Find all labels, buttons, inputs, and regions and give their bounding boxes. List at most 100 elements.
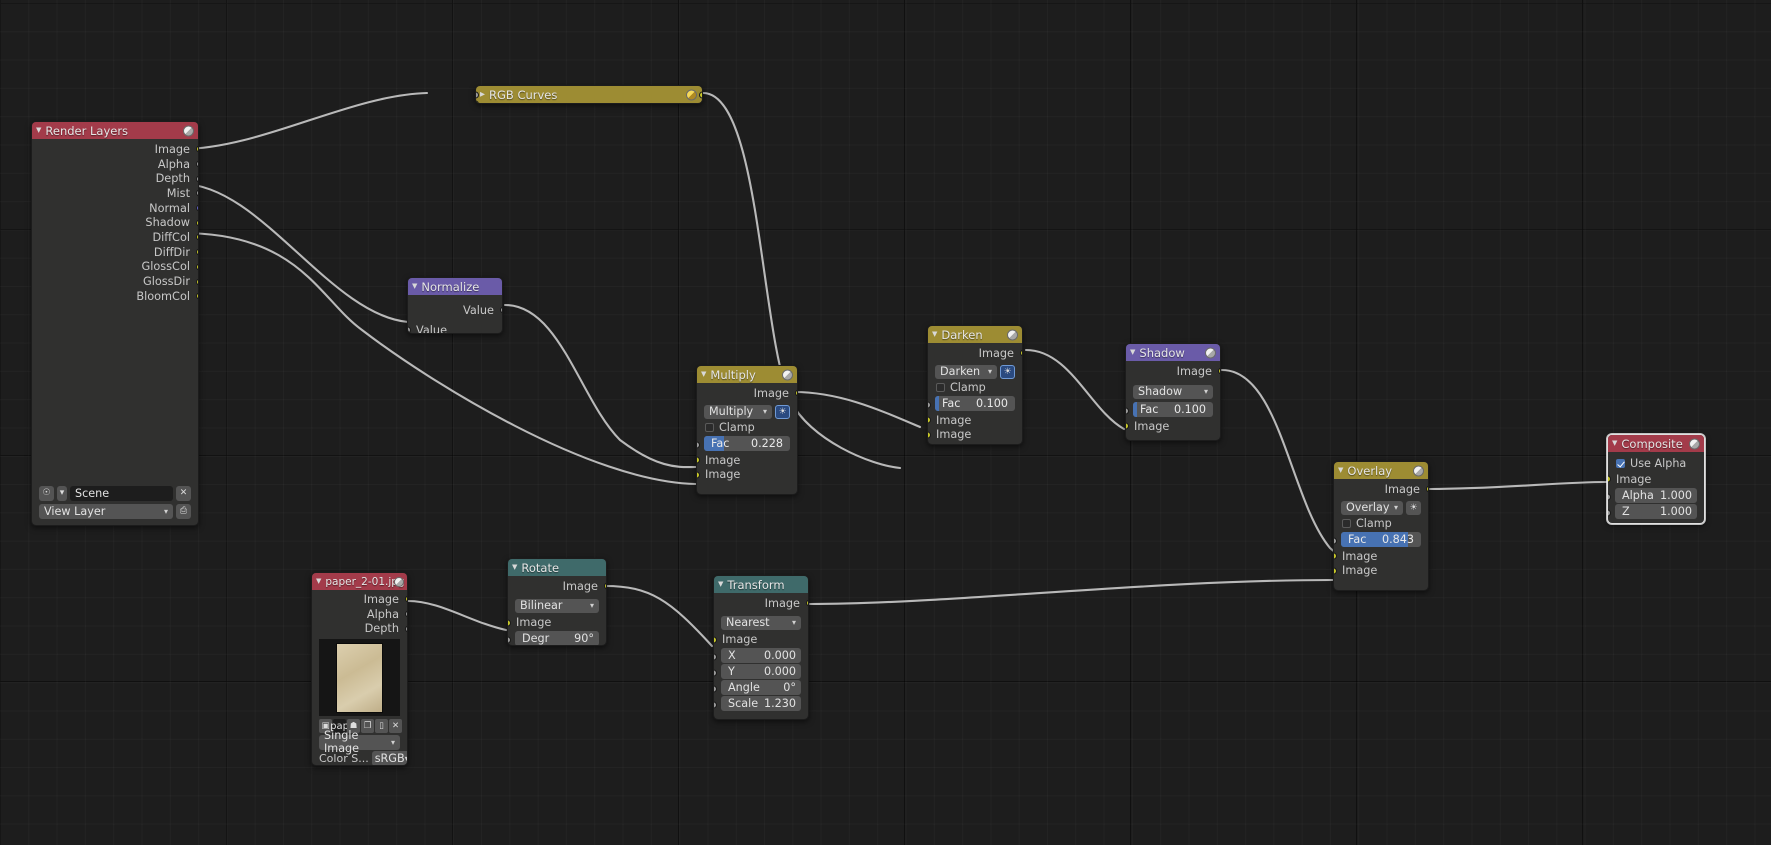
use-alpha-toggle-icon[interactable]: ☀ — [1000, 364, 1015, 380]
output-socket-row[interactable]: Image — [32, 142, 198, 157]
expand-triangle-icon[interactable]: ▶ — [480, 91, 485, 98]
node-multiply[interactable]: ▼ Multiply Image Multiply ▾ ☀ Clamp Fac … — [696, 365, 798, 495]
collapse-triangle-icon[interactable]: ▼ — [1338, 467, 1343, 474]
output-socket-row[interactable]: Alpha — [312, 607, 407, 622]
input-socket-row[interactable]: Image — [1608, 472, 1704, 487]
node-image[interactable]: ▼ paper_2-01.jpg Image Alpha Depth ▣ pap… — [311, 572, 408, 766]
filter-dropdown[interactable]: Nearest ▾ — [721, 615, 801, 631]
output-socket-row[interactable]: Image — [508, 579, 606, 594]
output-socket-row[interactable]: GlossDir — [32, 274, 198, 289]
collapse-triangle-icon[interactable]: ▼ — [718, 581, 723, 588]
socket-scale-in[interactable] — [714, 701, 717, 709]
output-socket-row[interactable]: Image — [714, 596, 808, 611]
output-socket-row[interactable]: BloomCol — [32, 289, 198, 304]
output-socket-row[interactable]: Image — [928, 346, 1022, 361]
x-field[interactable]: X 0.000 — [721, 648, 801, 663]
output-socket-row[interactable]: Image — [697, 386, 797, 401]
collapse-triangle-icon[interactable]: ▼ — [512, 564, 517, 571]
node-rgb-curves[interactable]: ▶ RGB Curves — [475, 85, 703, 104]
socket-value-in[interactable] — [408, 326, 411, 333]
node-header-darken[interactable]: ▼ Darken — [928, 326, 1022, 343]
input-socket-row[interactable]: Image — [697, 453, 797, 468]
clamp-checkbox[interactable] — [936, 383, 945, 393]
node-header-overlay[interactable]: ▼ Overlay — [1334, 462, 1428, 479]
blend-mode-row[interactable]: Multiply ▾ ☀ — [704, 404, 790, 420]
node-header-composite[interactable]: ▼ Composite — [1608, 435, 1704, 452]
collapse-triangle-icon[interactable]: ▼ — [412, 283, 417, 290]
socket-image-in-1[interactable] — [697, 456, 700, 464]
socket-diffcol[interactable] — [195, 233, 198, 241]
socket-glossdir[interactable] — [195, 278, 198, 286]
blend-mode-row[interactable]: Overlay ▾ ☀ — [1341, 500, 1421, 516]
socket-alpha-in[interactable] — [1608, 493, 1611, 501]
collapse-triangle-icon[interactable]: ▼ — [1130, 349, 1135, 356]
socket-image-in[interactable] — [1608, 475, 1611, 483]
socket-degr-in[interactable] — [508, 636, 511, 644]
socket-fac-in[interactable] — [1126, 407, 1129, 415]
socket-image-out[interactable] — [1425, 485, 1428, 493]
scene-field[interactable]: Scene — [70, 486, 173, 501]
socket-bloomcol[interactable] — [195, 292, 198, 300]
clamp-checkbox[interactable] — [1342, 519, 1351, 529]
output-socket-row[interactable]: Normal — [32, 201, 198, 216]
socket-image-in-2[interactable] — [1334, 567, 1337, 575]
socket-image-out[interactable] — [603, 582, 606, 590]
input-socket-row[interactable]: Image — [1334, 549, 1428, 564]
socket-image-in-1[interactable] — [1126, 422, 1129, 430]
socket-image-in-1[interactable] — [1334, 552, 1337, 560]
socket-depth[interactable] — [195, 175, 198, 183]
node-header-shadow[interactable]: ▼ Shadow — [1126, 344, 1220, 361]
socket-mist[interactable] — [195, 189, 198, 197]
output-socket-row[interactable]: DiffCol — [32, 230, 198, 245]
node-composite[interactable]: ▼ Composite Use Alpha Image Alpha 1.000 — [1607, 434, 1705, 524]
node-header-render-layers[interactable]: ▼ Render Layers — [32, 122, 198, 139]
view-layer-dropdown[interactable]: View Layer ▾ — [39, 504, 173, 519]
blend-mode-dropdown[interactable]: Overlay ▾ — [1341, 500, 1403, 516]
collapse-triangle-icon[interactable]: ▼ — [701, 371, 706, 378]
socket-depth-out[interactable] — [404, 625, 407, 633]
input-socket-row[interactable]: Image — [1126, 419, 1220, 434]
collapse-triangle-icon[interactable]: ▼ — [316, 578, 321, 585]
socket-alpha-out[interactable] — [404, 610, 407, 618]
socket-angle-in[interactable] — [714, 685, 717, 693]
collapse-triangle-icon[interactable]: ▼ — [932, 331, 937, 338]
socket-fac-in[interactable] — [928, 401, 931, 409]
y-field[interactable]: Y 0.000 — [721, 664, 801, 679]
input-socket-row[interactable]: Image — [928, 427, 1022, 442]
node-overlay[interactable]: ▼ Overlay Image Overlay ▾ ☀ Clamp Fac 0.… — [1333, 461, 1429, 591]
socket-image[interactable] — [195, 145, 198, 153]
socket-image-in-2[interactable] — [928, 431, 931, 439]
output-socket-row[interactable]: Image — [1126, 364, 1220, 379]
filter-dropdown[interactable]: Bilinear ▾ — [515, 598, 599, 614]
blend-mode-row[interactable]: Darken ▾ ☀ — [935, 364, 1015, 380]
node-header-normalize[interactable]: ▼ Normalize — [408, 278, 502, 295]
collapse-triangle-icon[interactable]: ▼ — [1612, 440, 1617, 447]
new-view-layer-icon[interactable]: ⎙ — [176, 504, 191, 519]
node-rotate[interactable]: ▼ Rotate Image Bilinear ▾ Image Degr 90° — [507, 558, 607, 646]
node-header-rgb-curves[interactable]: ▶ RGB Curves — [476, 86, 702, 103]
socket-image-in[interactable] — [714, 636, 717, 644]
node-shadow[interactable]: ▼ Shadow Image Shadow ▾ Fac 0.100 Image — [1125, 343, 1221, 441]
scene-browse-icon[interactable]: ☉ — [39, 486, 54, 501]
output-socket-row[interactable]: Shadow — [32, 215, 198, 230]
socket-image-in-2[interactable] — [697, 471, 700, 479]
node-header-transform[interactable]: ▼ Transform — [714, 576, 808, 593]
output-socket-row[interactable]: GlossCol — [32, 260, 198, 275]
output-socket-row[interactable]: Image — [1334, 482, 1428, 497]
output-socket-row[interactable]: DiffDir — [32, 245, 198, 260]
input-socket-row[interactable]: Image — [928, 413, 1022, 428]
fac-slider[interactable]: Fac 0.228 — [704, 436, 790, 451]
socket-glosscol[interactable] — [195, 263, 198, 271]
socket-fac-in[interactable] — [1334, 537, 1337, 545]
input-socket-row[interactable]: Image — [1334, 563, 1428, 578]
socket-image-out[interactable] — [404, 595, 407, 603]
input-socket-row[interactable]: Value — [408, 323, 502, 333]
blend-mode-dropdown[interactable]: Multiply ▾ — [704, 404, 772, 420]
socket-image-in[interactable] — [508, 619, 511, 627]
socket-shadow[interactable] — [195, 219, 198, 227]
filter-row[interactable]: Nearest ▾ — [721, 615, 801, 631]
fac-slider[interactable]: Fac 0.100 — [1133, 402, 1213, 417]
output-socket-row[interactable]: Image — [312, 592, 407, 607]
clamp-checkbox-row[interactable]: Clamp — [1334, 517, 1428, 531]
node-header-image[interactable]: ▼ paper_2-01.jpg — [312, 573, 407, 590]
